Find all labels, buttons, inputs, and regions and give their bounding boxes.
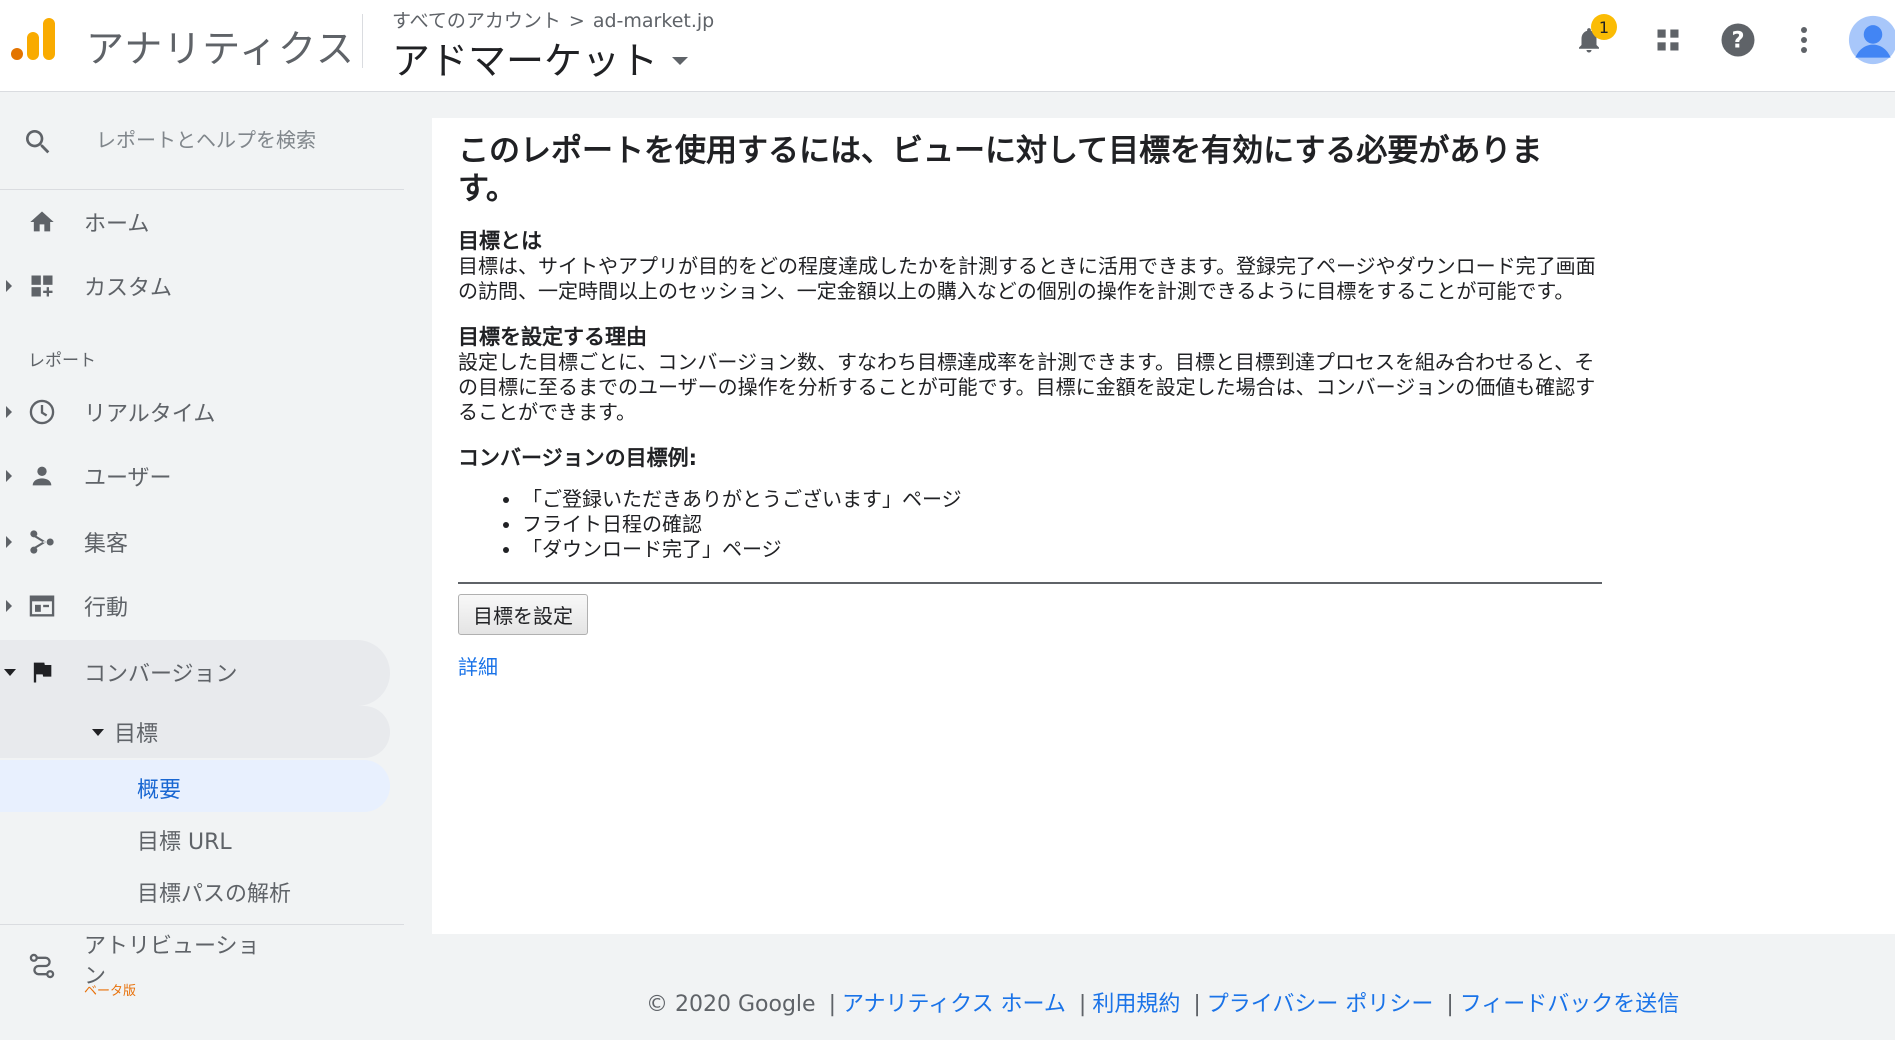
footer-link-privacy[interactable]: プライバシー ポリシー [1207, 992, 1434, 1017]
footer-separator: | [1193, 992, 1201, 1017]
header-divider [362, 14, 363, 68]
beta-badge: ベータ版 [84, 984, 137, 999]
examples-heading: コンバージョンの目標例: [458, 446, 697, 470]
chevron-down-icon [672, 56, 689, 65]
property-name: アドマーケット [392, 39, 659, 83]
help-icon: ? [1721, 23, 1755, 57]
breadcrumb-property[interactable]: ad-market.jp [593, 10, 714, 32]
search-input[interactable] [94, 122, 388, 158]
notification-badge: 1 [1591, 14, 1617, 40]
notifications-button[interactable]: 1 [1567, 14, 1617, 62]
nav-realtime-label: リアルタイム [84, 402, 216, 427]
nav-goals-label: 目標 [114, 722, 159, 747]
nav-behavior-label: 行動 [84, 596, 129, 621]
nav-custom-label: カスタム [84, 276, 173, 301]
set-goal-button[interactable]: 目標を設定 [458, 594, 588, 635]
footer-link-terms[interactable]: 利用規約 [1092, 992, 1180, 1017]
breadcrumb[interactable]: すべてのアカウント > ad-market.jp [392, 6, 714, 33]
top-app-bar: アナリティクス すべてのアカウント > ad-market.jp アドマーケット 1… [0, 0, 1895, 92]
help-button[interactable]: ? [1716, 18, 1760, 62]
app-title: アナリティクス [86, 27, 355, 71]
expand-arrow-icon [6, 536, 12, 548]
expand-arrow-icon [6, 280, 12, 292]
footer-link-feedback[interactable]: フィードバックを送信 [1460, 992, 1680, 1017]
what-are-goals-text: 目標は、サイトやアプリが目的をどの程度達成したかを計測するときに活用できます。登… [458, 254, 1596, 303]
breadcrumb-account[interactable]: すべてのアカウント [392, 10, 561, 32]
nav-goals-url[interactable]: 目標 URL [137, 824, 232, 856]
sidebar: ホーム カスタム レポート リアルタイム ユーザー 集客 行動 コンバージョン … [0, 92, 404, 1040]
report-card: このレポートを使用するには、ビューに対して目標を有効にする必要がありま す。 目… [432, 118, 1895, 934]
sidebar-divider [0, 924, 404, 925]
breadcrumb-separator: > [568, 10, 585, 32]
apps-grid-icon [1657, 29, 1679, 51]
page-title-line2: す。 [458, 171, 517, 207]
avatar-icon [1848, 15, 1895, 65]
expand-arrow-icon [6, 600, 12, 612]
page-title-line1: このレポートを使用するには、ビューに対して目標を有効にする必要がありま [458, 133, 1543, 169]
expand-arrow-icon [6, 406, 12, 418]
examples-list: 「ご登録いただきありがとうございます」ページ フライト日程の確認 「ダウンロード… [458, 487, 1602, 562]
list-item: 「ダウンロード完了」ページ [522, 537, 1602, 562]
footer-separator: | [1078, 992, 1087, 1017]
footer-link-analytics-home[interactable]: アナリティクス ホーム [842, 992, 1066, 1017]
apps-button[interactable] [1646, 18, 1690, 62]
nav-custom[interactable]: カスタム [0, 258, 390, 314]
nav-users[interactable]: ユーザー [0, 448, 390, 504]
home-icon [30, 211, 54, 232]
details-link[interactable]: 詳細 [458, 651, 1602, 680]
person-icon [32, 466, 52, 486]
nav-goals[interactable]: 目標 [0, 704, 390, 760]
nav-realtime[interactable]: リアルタイム [0, 384, 390, 440]
page-title: このレポートを使用するには、ビューに対して目標を有効にする必要がありま す。 [458, 132, 1602, 208]
account-avatar[interactable] [1848, 12, 1895, 68]
reports-section-label: レポート [28, 351, 96, 371]
nav-goals-funnel[interactable]: 目標パスの解析 [137, 876, 291, 908]
copyright: © 2020 Google [646, 992, 816, 1017]
attribution-icon [29, 953, 55, 979]
nav-overview-highlight [0, 760, 390, 812]
svg-text:?: ? [1731, 28, 1744, 54]
footer-separator: | [1446, 992, 1454, 1017]
footer-separator: | [828, 992, 836, 1017]
nav-home[interactable]: ホーム [0, 194, 390, 250]
nav-users-label: ユーザー [84, 466, 172, 491]
analytics-logo-icon[interactable] [10, 16, 56, 62]
dashboard-add-icon [31, 275, 53, 297]
nav-attribution[interactable]: アトリビューショ ン [0, 928, 390, 1002]
nav-conversions-label: コンバージョン [84, 662, 238, 687]
clock-icon [29, 399, 55, 425]
nav-attribution-label-line1: アトリビューショ [84, 934, 260, 959]
footer: © 2020 Google | アナリティクス ホーム | 利用規約 | プライバシー… [646, 986, 1679, 1018]
more-options-button[interactable] [1782, 18, 1826, 62]
collapse-arrow-icon [92, 728, 104, 736]
list-item: 「ご登録いただきありがとうございます」ページ [522, 487, 1602, 512]
why-set-goals-text: 設定した目標ごとに、コンバージョン数、すなわち目標達成率を計測できます。目標と目… [458, 350, 1596, 424]
nav-conversions[interactable]: コンバージョン [0, 644, 390, 700]
divider [458, 582, 1602, 584]
acquisition-icon [30, 530, 54, 554]
what-are-goals-heading: 目標とは [458, 229, 542, 253]
search-icon [26, 130, 50, 154]
list-item: フライト日程の確認 [522, 512, 1602, 537]
search-row [0, 92, 404, 190]
expand-arrow-icon [6, 470, 12, 482]
collapse-arrow-icon [4, 668, 16, 676]
more-vert-icon [1801, 27, 1807, 53]
nav-acquisition[interactable]: 集客 [0, 514, 390, 570]
property-selector[interactable]: アドマーケット [392, 30, 689, 85]
behavior-icon [29, 595, 55, 617]
nav-goals-overview[interactable]: 概要 [137, 772, 181, 804]
nav-behavior[interactable]: 行動 [0, 578, 390, 634]
goals-setup-content: このレポートを使用するには、ビューに対して目標を有効にする必要がありま す。 目… [458, 132, 1602, 680]
why-set-goals-heading: 目標を設定する理由 [458, 325, 647, 349]
nav-acquisition-label: 集客 [84, 532, 129, 557]
flag-icon [33, 662, 52, 683]
nav-home-label: ホーム [84, 212, 150, 237]
